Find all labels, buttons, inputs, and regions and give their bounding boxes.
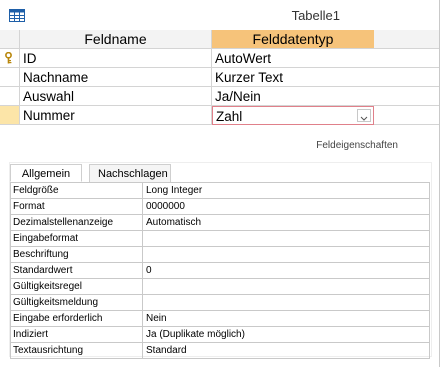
column-header-data-type[interactable]: Felddatentyp xyxy=(212,30,374,49)
property-value[interactable]: 0 xyxy=(143,263,430,278)
property-value[interactable]: 0000000 xyxy=(143,199,430,214)
field-row-id[interactable]: ID AutoWert xyxy=(0,49,440,68)
property-row[interactable]: Format 0000000 xyxy=(10,199,430,215)
property-value[interactable]: Automatisch xyxy=(143,215,430,230)
data-type-cell[interactable]: Ja/Nein xyxy=(212,87,374,106)
description-cell[interactable] xyxy=(374,68,440,87)
property-name: Dezimalstellenanzeige xyxy=(10,215,143,230)
column-header-field-name[interactable]: Feldname xyxy=(20,30,212,49)
row-selector[interactable] xyxy=(0,87,20,106)
property-name: Textausrichtung xyxy=(10,343,143,358)
column-header-description[interactable] xyxy=(374,30,440,49)
row-selector[interactable] xyxy=(0,68,20,87)
property-row[interactable]: Gültigkeitsregel xyxy=(10,279,430,295)
field-row-nachname[interactable]: Nachname Kurzer Text xyxy=(0,68,440,87)
field-name-cell[interactable]: Nachname xyxy=(20,68,212,87)
row-selector-active[interactable] xyxy=(0,106,20,125)
data-type-cell[interactable]: Kurzer Text xyxy=(212,68,374,87)
property-row[interactable]: Indiziert Ja (Duplikate möglich) xyxy=(10,327,430,343)
description-cell[interactable] xyxy=(374,106,440,125)
window-title: Tabelle1 xyxy=(291,8,340,23)
property-name: Eingabeformat xyxy=(10,231,143,246)
data-type-cell[interactable]: AutoWert xyxy=(212,49,374,68)
title-bar: Tabelle1 xyxy=(0,0,440,31)
property-row[interactable]: Gültigkeitsmeldung xyxy=(10,295,430,311)
property-row[interactable]: Beschriftung xyxy=(10,247,430,263)
property-name: Format xyxy=(10,199,143,214)
properties-table: Feldgröße Long Integer Format 0000000 Dezi… xyxy=(10,182,430,359)
property-row[interactable]: Textausrichtung Standard xyxy=(10,343,430,359)
property-value[interactable] xyxy=(143,247,430,262)
field-name-cell[interactable]: Nummer xyxy=(20,106,212,125)
property-value[interactable]: Long Integer xyxy=(143,183,430,198)
description-cell[interactable] xyxy=(374,49,440,68)
property-row[interactable]: Eingabe erforderlich Nein xyxy=(10,311,430,327)
key-icon xyxy=(5,52,12,64)
property-name: Gültigkeitsregel xyxy=(10,279,143,294)
field-row-auswahl[interactable]: Auswahl Ja/Nein xyxy=(0,87,440,106)
row-selector-header[interactable] xyxy=(0,30,20,49)
row-selector[interactable] xyxy=(0,49,20,68)
property-value[interactable] xyxy=(143,295,430,310)
tab-allgemein[interactable]: Allgemein xyxy=(10,164,82,182)
data-type-dropdown[interactable]: Zahl xyxy=(212,106,374,125)
field-properties-label: Feldeigenschaften xyxy=(316,140,398,151)
grid-header: Feldname Felddatentyp xyxy=(0,30,440,49)
property-name: Feldgröße xyxy=(10,183,143,198)
property-row[interactable]: Dezimalstellenanzeige Automatisch xyxy=(10,215,430,231)
property-value[interactable] xyxy=(143,279,430,294)
property-name: Indiziert xyxy=(10,327,143,342)
property-name: Beschriftung xyxy=(10,247,143,262)
property-value[interactable]: Nein xyxy=(143,311,430,326)
property-name: Eingabe erforderlich xyxy=(10,311,143,326)
property-value[interactable]: Standard xyxy=(143,343,430,358)
property-name: Standardwert xyxy=(10,263,143,278)
property-value[interactable] xyxy=(143,231,430,246)
property-name: Gültigkeitsmeldung xyxy=(10,295,143,310)
property-row[interactable]: Eingabeformat xyxy=(10,231,430,247)
field-row-nummer[interactable]: Nummer Zahl xyxy=(0,106,440,125)
tab-nachschlagen[interactable]: Nachschlagen xyxy=(89,164,171,182)
property-row[interactable]: Standardwert 0 xyxy=(10,263,430,279)
data-type-value: Zahl xyxy=(216,109,243,124)
property-value[interactable]: Ja (Duplikate möglich) xyxy=(143,327,430,342)
field-name-cell[interactable]: ID xyxy=(20,49,212,68)
field-name-cell[interactable]: Auswahl xyxy=(20,87,212,106)
property-row[interactable]: Feldgröße Long Integer xyxy=(10,183,430,199)
description-cell[interactable] xyxy=(374,87,440,106)
chevron-down-icon[interactable] xyxy=(357,109,371,122)
